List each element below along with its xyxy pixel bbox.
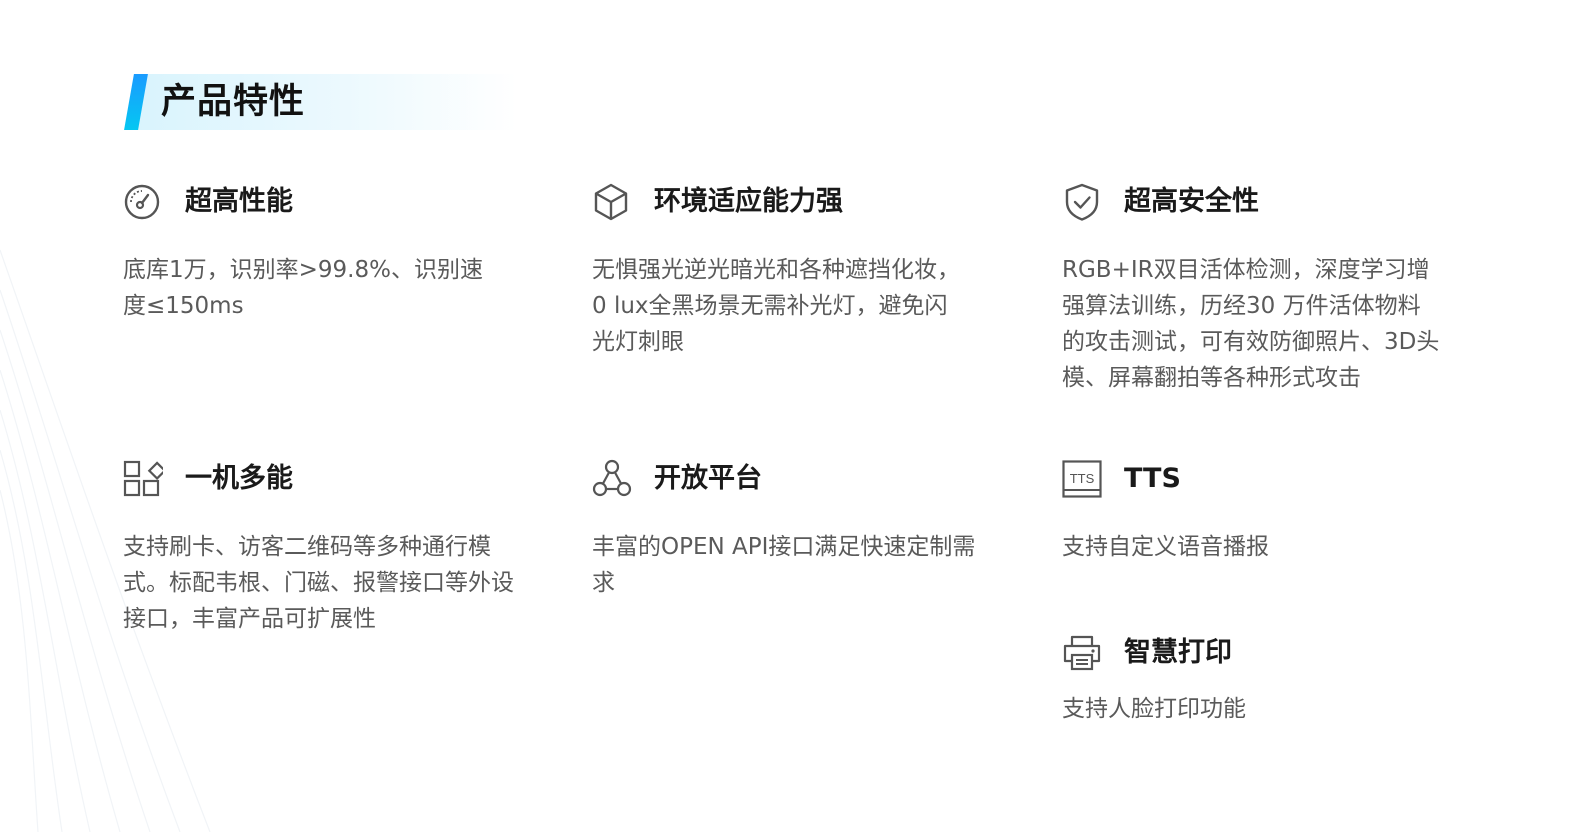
feature-title: 环境适应能力强 bbox=[654, 186, 843, 217]
feature-description: 支持人脸打印功能 bbox=[1062, 696, 1246, 722]
feature-title: TTS bbox=[1124, 463, 1181, 494]
printer-icon bbox=[1062, 633, 1102, 673]
feature-description: 丰富的OPEN API接口满足快速定制需求 bbox=[592, 534, 976, 596]
shield-check-icon bbox=[1062, 182, 1102, 222]
section-title: 产品特性 bbox=[161, 82, 306, 122]
cube-icon bbox=[592, 182, 632, 222]
feature-description: RGB+IR双目活体检测，深度学习增强算法训练，历经30 万件活体物料的攻击测试… bbox=[1062, 257, 1440, 391]
feature-description: 支持自定义语音播报 bbox=[1062, 534, 1269, 560]
grid-apps-icon bbox=[123, 459, 163, 499]
feature-title: 智慧打印 bbox=[1124, 637, 1232, 668]
speedometer-icon bbox=[123, 182, 163, 222]
feature-description: 底库1万，识别率>99.8%、识别速度≤150ms bbox=[123, 257, 483, 319]
section-heading: 产品特性 bbox=[123, 72, 523, 130]
feature-title: 开放平台 bbox=[654, 463, 762, 494]
feature-title: 超高性能 bbox=[185, 186, 293, 217]
tts-box-icon: TTS bbox=[1062, 459, 1102, 499]
feature-description: 无惧强光逆光暗光和各种遮挡化妆，0 lux全黑场景无需补光灯，避免闪光灯刺眼 bbox=[592, 257, 960, 355]
feature-description: 支持刷卡、访客二维码等多种通行模式。标配韦根、门磁、报警接口等外设接口，丰富产品… bbox=[123, 534, 514, 632]
feature-title: 超高安全性 bbox=[1124, 186, 1259, 217]
feature-title: 一机多能 bbox=[185, 463, 293, 494]
tts-icon-label: TTS bbox=[1070, 471, 1095, 486]
network-nodes-icon bbox=[592, 459, 632, 499]
